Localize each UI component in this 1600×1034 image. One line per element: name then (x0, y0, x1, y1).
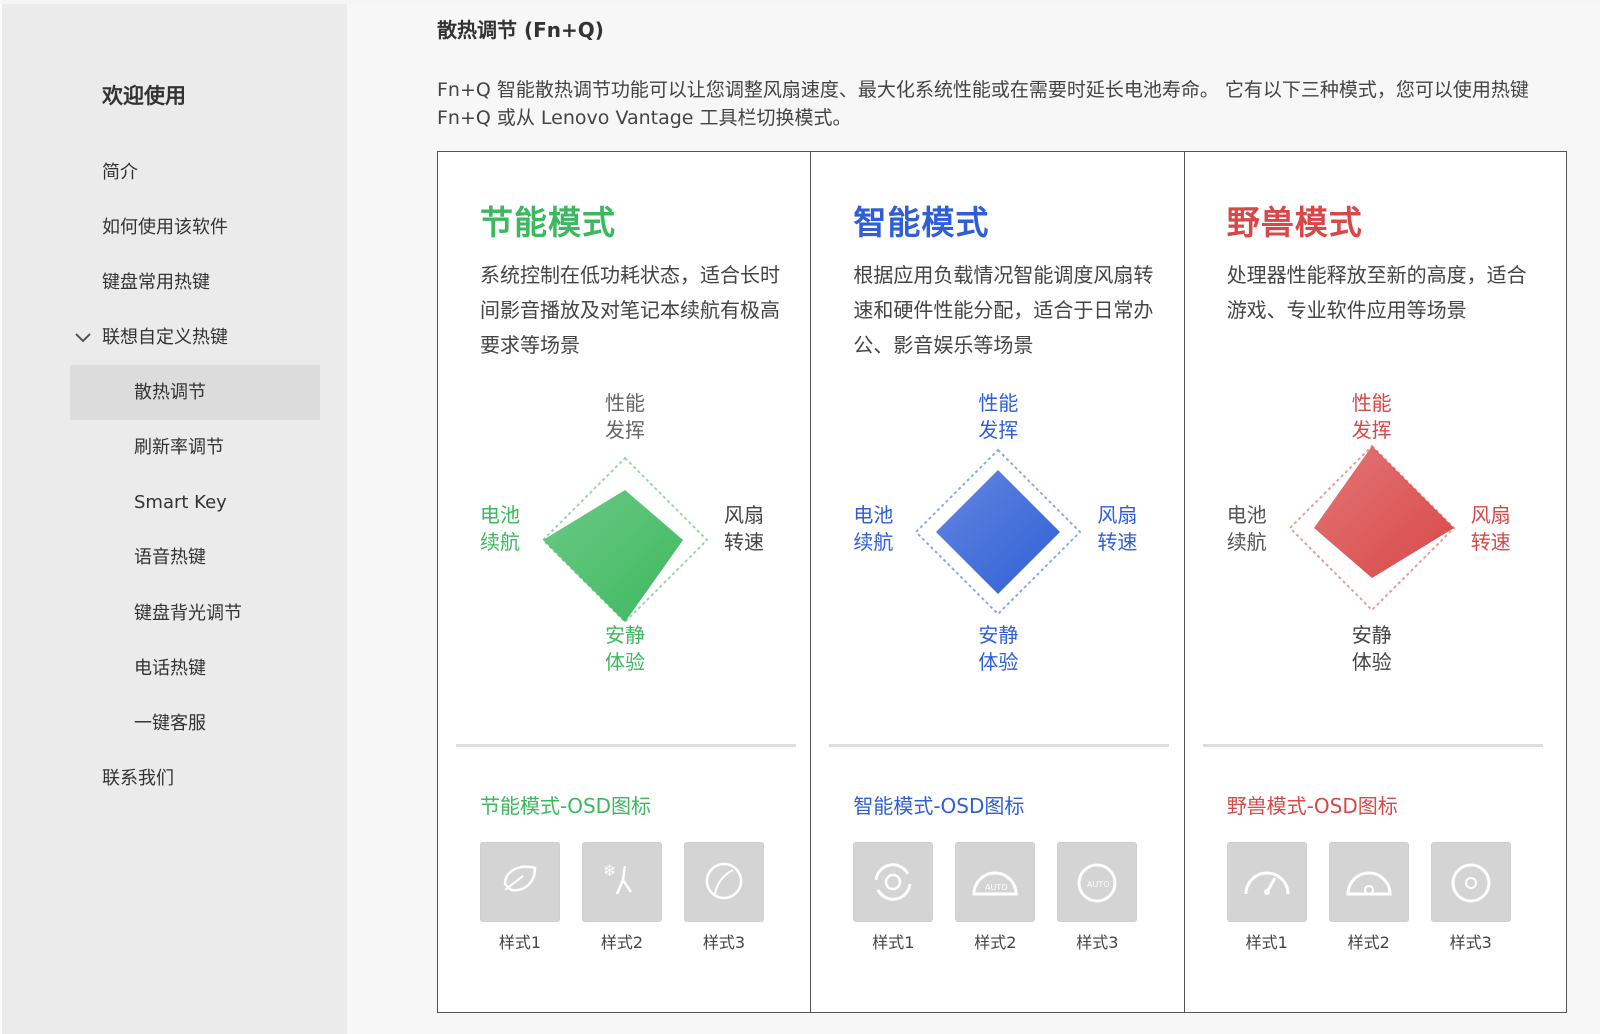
sidebar-item-thermal[interactable]: 散热调节 (134, 365, 206, 420)
mode-card-smart: 智能模式 根据应用负载情况智能调度风扇转速和硬件性能分配，适合于日常办公、影音娱… (811, 152, 1185, 1012)
osd-label: 样式3 (1076, 933, 1119, 952)
fan-refresh-icon (853, 842, 934, 922)
card-description: 处理器性能释放至新的高度，适合游戏、专业软件应用等场景 (1226, 263, 1527, 322)
radar-label-bottom: 安静 体验 (1351, 623, 1392, 674)
radar-label-left: 电池 续航 (1226, 503, 1267, 554)
card-title: 节能模式 (480, 203, 616, 242)
radar-label-right: 风扇 转速 (724, 503, 764, 554)
sidebar-item-backlight[interactable]: 键盘背光调节 (134, 586, 242, 641)
divider (456, 744, 796, 747)
card-title: 智能模式 (853, 203, 990, 242)
sidebar: 欢迎使用 简介 如何使用该软件 键盘常用热键 联想自定义热键 散热调节 刷新率调… (0, 4, 347, 1034)
moon-leaf-icon (684, 842, 764, 922)
osd-style-2: ❄ 样式2 (582, 842, 662, 953)
card-title: 野兽模式 (1226, 203, 1363, 242)
page-title: 散热调节 (Fn+Q) (437, 18, 604, 42)
sidebar-item-voice-hotkey[interactable]: 语音热键 (134, 530, 206, 585)
svg-text:AUTO: AUTO (1087, 880, 1110, 889)
mode-cards: 节能模式 系统控制在低功耗状态，适合长时间影音播放及对笔记本续航有极高要求等场景… (437, 151, 1567, 1013)
radar-label-bottom: 安静 体验 (978, 623, 1019, 674)
osd-label: 样式2 (600, 933, 644, 952)
mode-card-beast: 野兽模式 处理器性能释放至新的高度，适合游戏、专业软件应用等场景 性能 发挥电池… (1185, 152, 1566, 1012)
osd-icon-row: 样式1 AUTO 样式2 AUTO 样式3 (853, 842, 1138, 953)
radar-fill (1313, 446, 1454, 578)
osd-title: 节能模式-OSD图标 (480, 794, 652, 818)
sidebar-item-how-to-use[interactable]: 如何使用该软件 (102, 200, 228, 255)
card-description: 根据应用负载情况智能调度风扇转速和硬件性能分配，适合于日常办公、影音娱乐等场景 (853, 263, 1154, 357)
radar-label-bottom: 安静 体验 (605, 623, 645, 674)
osd-style-2: AUTO 样式2 (955, 842, 1036, 953)
osd-label: 样式3 (1449, 933, 1492, 952)
sidebar-item-intro[interactable]: 简介 (102, 145, 138, 200)
sidebar-item-smart-key[interactable]: Smart Key (134, 475, 227, 530)
osd-title: 智能模式-OSD图标 (853, 794, 1025, 818)
sidebar-item-lenovo-hotkeys[interactable]: 联想自定义热键 (102, 310, 228, 365)
osd-style-1: 样式1 (853, 842, 934, 953)
osd-label: 样式2 (974, 933, 1017, 952)
osd-style-3: 样式3 (684, 842, 764, 953)
radar-diagram: 性能 发挥电池 续航 风扇 转速安静 体验 (1205, 391, 1539, 702)
radar-label-left: 电池 续航 (853, 503, 894, 554)
leaf-icon (480, 842, 560, 922)
osd-label: 样式1 (872, 933, 915, 952)
osd-label: 样式3 (702, 933, 746, 952)
osd-label: 样式1 (498, 933, 542, 952)
divider (829, 744, 1170, 747)
snowflake-figure-icon: ❄ (582, 842, 662, 922)
radar-label-top: 性能 发挥 (978, 391, 1019, 442)
radar-label-left: 电池 续航 (480, 503, 520, 554)
osd-icon-row: 样式1 样式2 样式3 (1226, 842, 1511, 953)
intro-text: Fn+Q 智能散热调节功能可以让您调整风扇速度、最大化系统性能或在需要时延长电池… (437, 79, 1529, 129)
main-content: 散热调节 (Fn+Q) Fn+Q 智能散热调节功能可以让您调整风扇速度、最大化系… (347, 4, 1600, 1034)
svg-text:❄: ❄ (603, 861, 616, 880)
radar-diagram: 性能 发挥电池 续航 风扇 转速安静 体验 (458, 391, 792, 702)
sidebar-item-keyboard-hotkeys[interactable]: 键盘常用热键 (102, 255, 210, 310)
osd-style-1: 样式1 (480, 842, 560, 953)
card-description: 系统控制在低功耗状态，适合长时间影音播放及对笔记本续航有极高要求等场景 (480, 263, 780, 357)
osd-title: 野兽模式-OSD图标 (1226, 794, 1398, 818)
radar-label-right: 风扇 转速 (1470, 503, 1511, 554)
sidebar-item-phone-hotkey[interactable]: 电话热键 (134, 641, 206, 696)
sidebar-welcome: 欢迎使用 (102, 84, 186, 108)
sidebar-item-refresh-rate[interactable]: 刷新率调节 (134, 420, 224, 475)
osd-style-1: 样式1 (1226, 842, 1307, 953)
radar-fill (543, 490, 683, 622)
sidebar-item-contact-us[interactable]: 联系我们 (102, 751, 174, 806)
mode-card-eco: 节能模式 系统控制在低功耗状态，适合长时间影音播放及对笔记本续航有极高要求等场景… (438, 152, 812, 1012)
osd-style-3: 样式3 (1430, 842, 1511, 953)
svg-text:AUTO: AUTO (985, 883, 1008, 892)
osd-style-2: 样式2 (1328, 842, 1409, 953)
osd-style-3: AUTO 样式3 (1057, 842, 1138, 953)
osd-label: 样式1 (1245, 933, 1288, 952)
speedometer-icon (1226, 842, 1307, 922)
sidebar-item-customer-service[interactable]: 一键客服 (134, 696, 206, 751)
radar-label-right: 风扇 转速 (1097, 503, 1138, 554)
divider (1202, 744, 1543, 747)
radar-label-top: 性能 发挥 (1351, 391, 1392, 442)
radar-label-top: 性能 发挥 (605, 391, 645, 442)
dial-icon (1430, 842, 1511, 922)
auto-dial-icon: AUTO (1057, 842, 1138, 922)
radar-diagram: 性能 发挥电池 续航 风扇 转速安静 体验 (831, 391, 1165, 702)
osd-icon-row: 样式1 ❄ 样式2 样式3 (480, 842, 764, 953)
gauge-icon (1328, 842, 1409, 922)
auto-gauge-icon: AUTO (955, 842, 1036, 922)
osd-label: 样式2 (1347, 933, 1390, 952)
radar-fill (936, 470, 1061, 594)
chevron-down-icon[interactable] (72, 326, 94, 348)
